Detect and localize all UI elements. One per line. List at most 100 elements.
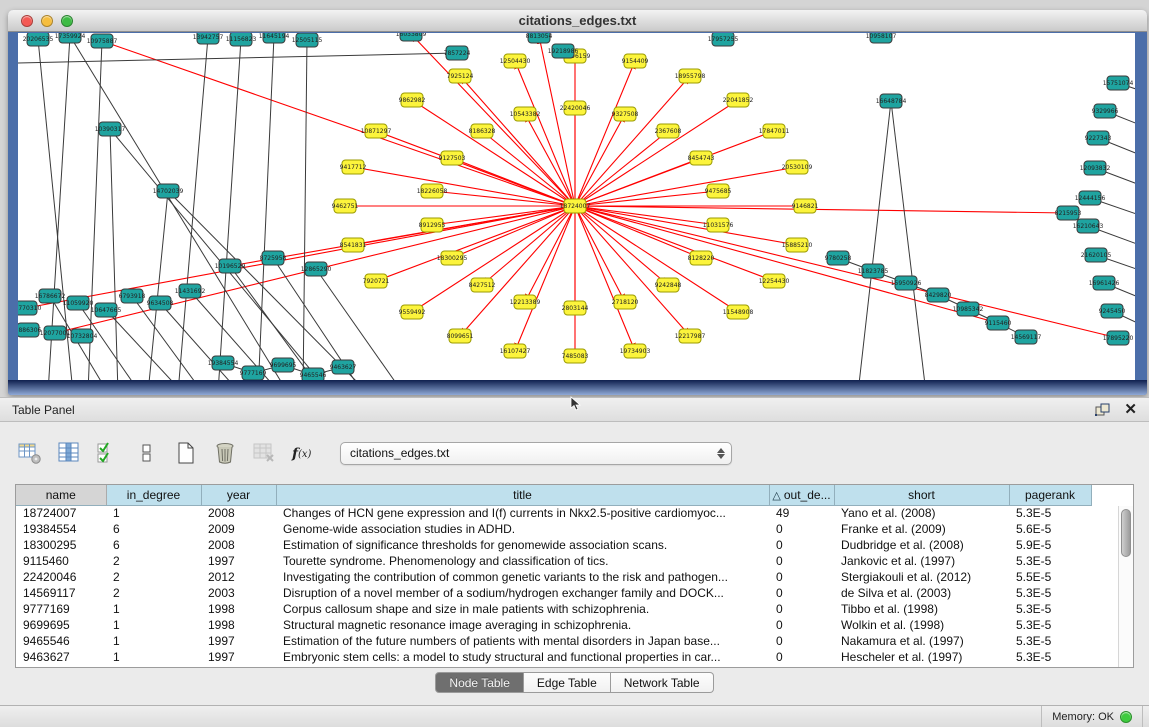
column-header-in_degree[interactable]: in_degree bbox=[106, 485, 201, 505]
network-node[interactable]: 10732804 bbox=[67, 329, 98, 343]
network-node[interactable]: 16033809 bbox=[396, 33, 427, 41]
network-node[interactable]: 8725958 bbox=[260, 251, 287, 265]
network-node[interactable]: 8215953 bbox=[1055, 206, 1082, 220]
network-node[interactable]: 22420046 bbox=[560, 101, 591, 115]
window-titlebar[interactable]: citations_edges.txt bbox=[8, 10, 1147, 32]
network-node[interactable]: 9227343 bbox=[1085, 131, 1112, 145]
network-node[interactable]: 15751074 bbox=[1103, 76, 1134, 90]
table-row[interactable]: 1938455462009Genome-wide association stu… bbox=[16, 521, 1091, 537]
network-node[interactable]: 17359924 bbox=[55, 33, 86, 43]
select-columns-icon[interactable] bbox=[57, 441, 81, 465]
network-node[interactable]: 17895220 bbox=[1103, 331, 1134, 345]
network-node[interactable]: 9559492 bbox=[399, 305, 426, 319]
network-node[interactable]: 12865290 bbox=[301, 262, 332, 276]
network-node[interactable]: 12505115 bbox=[292, 33, 323, 47]
network-node[interactable]: 10975887 bbox=[87, 34, 118, 48]
network-node[interactable]: 8099651 bbox=[447, 329, 474, 343]
network-node[interactable]: 7925124 bbox=[447, 69, 474, 83]
network-node[interactable]: 15885210 bbox=[782, 238, 813, 252]
network-node[interactable]: 11645194 bbox=[259, 33, 290, 43]
network-node[interactable]: 12254430 bbox=[759, 274, 790, 288]
table-row[interactable]: 2242004622012Investigating the contribut… bbox=[16, 569, 1091, 585]
table-select-dropdown[interactable]: citations_edges.txt bbox=[340, 442, 732, 465]
function-builder-fx-icon[interactable]: f (x) bbox=[291, 441, 315, 465]
column-header-pagerank[interactable]: pagerank bbox=[1009, 485, 1091, 505]
table-row[interactable]: 977716911998Corpus callosum shape and si… bbox=[16, 601, 1091, 617]
network-node[interactable]: 15950926 bbox=[891, 276, 922, 290]
network-node[interactable]: 14702039 bbox=[153, 184, 184, 198]
network-canvas[interactable]: 1872400791468211588521012254430115489081… bbox=[18, 33, 1135, 380]
table-row[interactable]: 946554611997Estimation of the future num… bbox=[16, 633, 1091, 649]
network-node[interactable]: 9245450 bbox=[1099, 304, 1126, 318]
network-node[interactable]: 10390317 bbox=[95, 122, 126, 136]
float-panel-icon[interactable] bbox=[1095, 403, 1110, 416]
network-node[interactable]: 9699695 bbox=[270, 358, 297, 372]
network-node[interactable]: 9417712 bbox=[340, 160, 367, 174]
network-node[interactable]: 10196529 bbox=[215, 259, 246, 273]
network-node[interactable]: 21620105 bbox=[1081, 248, 1112, 262]
network-node[interactable]: 19218986 bbox=[548, 44, 579, 58]
network-node[interactable]: 6793918 bbox=[119, 289, 146, 303]
network-node[interactable]: 8128220 bbox=[688, 251, 715, 265]
network-node[interactable]: 11156823 bbox=[226, 33, 257, 46]
network-node[interactable]: 8813054 bbox=[526, 33, 553, 43]
network-node[interactable]: 22041852 bbox=[723, 93, 754, 107]
tab-network-table[interactable]: Network Table bbox=[611, 672, 714, 693]
network-node[interactable]: 11059920 bbox=[63, 296, 94, 310]
network-node[interactable]: 9154409 bbox=[622, 54, 649, 68]
table-row[interactable]: 1456911722003Disruption of a novel membe… bbox=[16, 585, 1091, 601]
vertical-scrollbar[interactable] bbox=[1118, 506, 1133, 667]
delete-table-disabled-icon[interactable] bbox=[252, 441, 276, 465]
select-all-checks-icon[interactable] bbox=[96, 441, 120, 465]
network-node[interactable]: 9329966 bbox=[1092, 104, 1119, 118]
network-node[interactable]: 7485083 bbox=[562, 349, 589, 363]
network-node[interactable]: 16210643 bbox=[1073, 219, 1104, 233]
network-node[interactable]: 9780258 bbox=[825, 251, 852, 265]
row-boxes-icon[interactable] bbox=[135, 441, 159, 465]
network-node[interactable]: 10958107 bbox=[866, 33, 897, 43]
network-node[interactable]: 8541831 bbox=[340, 238, 367, 252]
network-node[interactable]: 12770310 bbox=[18, 301, 41, 315]
network-node[interactable]: 10543382 bbox=[510, 107, 541, 121]
network-node[interactable]: 20530109 bbox=[782, 160, 813, 174]
network-node[interactable]: 9115460 bbox=[985, 316, 1012, 330]
table-row[interactable]: 911546021997Tourette syndrome. Phenomeno… bbox=[16, 553, 1091, 569]
network-node[interactable]: 9146821 bbox=[792, 199, 819, 213]
column-header-title[interactable]: title bbox=[276, 485, 769, 505]
network-node[interactable]: 9465546 bbox=[300, 368, 327, 380]
network-node[interactable]: 18226058 bbox=[417, 184, 448, 198]
network-node[interactable]: 12444156 bbox=[1075, 191, 1106, 205]
scrollbar-thumb[interactable] bbox=[1121, 509, 1131, 557]
network-node[interactable]: 9462751 bbox=[332, 199, 359, 213]
network-node[interactable]: 12093832 bbox=[1080, 161, 1111, 175]
network-node[interactable]: 9862982 bbox=[399, 93, 426, 107]
network-node[interactable]: 16107427 bbox=[500, 344, 531, 358]
close-panel-icon[interactable]: ✕ bbox=[1124, 402, 1137, 417]
network-node[interactable]: 10985342 bbox=[953, 302, 984, 316]
network-node[interactable]: 2367608 bbox=[655, 124, 682, 138]
network-node[interactable]: 7920721 bbox=[363, 274, 390, 288]
network-node[interactable]: 20206535 bbox=[23, 33, 54, 46]
network-node[interactable]: 9127503 bbox=[439, 151, 466, 165]
network-node[interactable]: 8912955 bbox=[419, 218, 446, 232]
table-mode-icon[interactable] bbox=[18, 441, 42, 465]
network-node[interactable]: 10647665 bbox=[91, 303, 122, 317]
network-node[interactable]: 9886306 bbox=[18, 323, 42, 337]
table-row[interactable]: 1872400712008Changes of HCN gene express… bbox=[16, 505, 1091, 521]
network-node[interactable]: 2718120 bbox=[612, 295, 639, 309]
network-node[interactable]: 19384554 bbox=[208, 356, 239, 370]
network-node[interactable]: 9242848 bbox=[655, 278, 682, 292]
network-node[interactable]: 11031576 bbox=[703, 218, 734, 232]
network-node[interactable]: 9327508 bbox=[612, 107, 639, 121]
network-node[interactable]: 14569117 bbox=[1011, 330, 1042, 344]
network-node[interactable]: 11431692 bbox=[175, 284, 206, 298]
network-node[interactable]: 18724007 bbox=[560, 199, 591, 213]
network-node[interactable]: 8429820 bbox=[925, 288, 952, 302]
network-node[interactable]: 17957255 bbox=[708, 33, 739, 46]
network-node[interactable]: 10871297 bbox=[361, 124, 392, 138]
network-node[interactable]: 8454743 bbox=[688, 151, 715, 165]
network-node[interactable]: 17847011 bbox=[759, 124, 790, 138]
network-node[interactable]: 13942757 bbox=[193, 33, 224, 44]
network-node[interactable]: 19734903 bbox=[620, 344, 651, 358]
column-header-short[interactable]: short bbox=[834, 485, 1009, 505]
